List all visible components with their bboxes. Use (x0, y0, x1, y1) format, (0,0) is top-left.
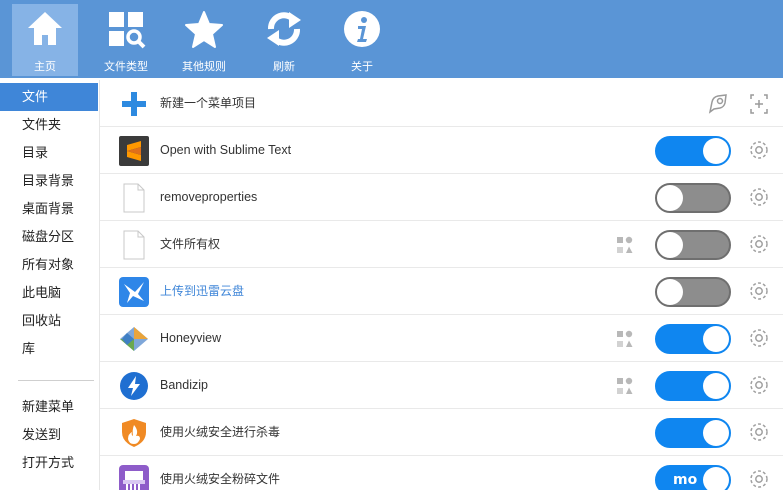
gear-icon[interactable] (748, 421, 770, 443)
menu-item-row[interactable]: Bandizip (100, 362, 783, 409)
menu-item-row[interactable]: removeproperties (100, 174, 783, 221)
gear-icon[interactable] (748, 139, 770, 161)
honeyview-icon (118, 323, 150, 355)
plus-icon (118, 88, 150, 120)
sidebar-item-library[interactable]: 库 (0, 335, 98, 363)
toggle-knob (703, 326, 729, 352)
sidebar-item-directory-background[interactable]: 目录背景 (0, 167, 98, 195)
enable-toggle[interactable] (655, 136, 731, 166)
sidebar-item-folder[interactable]: 文件夹 (0, 111, 98, 139)
toolbar-file-types-label: 文件类型 (104, 61, 148, 73)
home-icon (25, 4, 65, 54)
toggle-knob (657, 279, 683, 305)
enable-toggle[interactable] (655, 277, 731, 307)
menu-item-row[interactable]: 使用火绒安全进行杀毒 (100, 409, 783, 456)
gear-icon[interactable] (748, 280, 770, 302)
sidebar-item-directory[interactable]: 目录 (0, 139, 98, 167)
shapes-badge-icon (617, 330, 633, 347)
toolbar-home-label: 主页 (34, 61, 56, 73)
toggle-knob (703, 138, 729, 164)
sidebar: 文件 文件夹 目录 目录背景 桌面背景 磁盘分区 所有对象 此电脑 回收站 库 … (0, 80, 98, 490)
sidebar-item-open-with[interactable]: 打开方式 (0, 449, 98, 477)
toggle-knob (703, 467, 729, 490)
gear-icon[interactable] (748, 186, 770, 208)
toolbar-about-button[interactable]: 关于 (340, 4, 384, 76)
menu-item-label: Open with Sublime Text (160, 143, 292, 157)
file-types-icon (106, 4, 146, 54)
toggle-knob (703, 420, 729, 446)
toolbar-refresh-button[interactable]: 刷新 (262, 4, 306, 76)
menu-item-row[interactable]: 上传到迅雷云盘 (100, 268, 783, 315)
toggle-knob (657, 185, 683, 211)
sidebar-item-this-pc[interactable]: 此电脑 (0, 279, 98, 307)
blank-file-icon (118, 229, 150, 261)
toggle-knob (657, 232, 683, 258)
new-item-row[interactable]: 新建一个菜单项目 (100, 80, 783, 127)
menu-item-label: 使用火绒安全进行杀毒 (160, 425, 281, 439)
menu-item-label: Bandizip (160, 378, 208, 392)
toggle-overlay-text: mo (673, 472, 698, 488)
top-toolbar: 主页 文件类型 其他规则 刷新 关于 (0, 0, 783, 78)
gear-icon[interactable] (748, 233, 770, 255)
toolbar-other-rules-button[interactable]: 其他规则 (178, 4, 230, 76)
menu-item-row[interactable]: 文件所有权 (100, 221, 783, 268)
new-item-label: 新建一个菜单项目 (160, 96, 257, 110)
dictionary-icon[interactable] (706, 92, 730, 116)
toolbar-about-label: 关于 (351, 61, 373, 73)
sidebar-item-all-objects[interactable]: 所有对象 (0, 251, 98, 279)
bandizip-icon (118, 370, 150, 402)
toolbar-home-button[interactable]: 主页 (12, 4, 78, 76)
sidebar-item-file[interactable]: 文件 (0, 83, 98, 111)
shredder-icon (118, 464, 150, 490)
info-icon (342, 4, 382, 54)
menu-item-label: 上传到迅雷云盘 (160, 284, 245, 298)
sidebar-divider (18, 380, 94, 381)
toggle-knob (703, 373, 729, 399)
sidebar-item-disk-partition[interactable]: 磁盘分区 (0, 223, 98, 251)
enable-toggle[interactable] (655, 371, 731, 401)
refresh-icon (264, 4, 304, 54)
gear-icon[interactable] (748, 327, 770, 349)
enable-toggle[interactable] (655, 324, 731, 354)
thunder-cloud-icon (118, 276, 150, 308)
gear-icon[interactable] (748, 374, 770, 396)
shapes-badge-icon (617, 377, 633, 394)
enable-toggle[interactable] (655, 183, 731, 213)
menu-item-label: removeproperties (160, 190, 258, 204)
gear-icon[interactable] (748, 468, 770, 490)
blank-file-icon (118, 182, 150, 214)
add-item-icon[interactable] (747, 92, 771, 116)
toolbar-refresh-label: 刷新 (273, 61, 295, 73)
enable-toggle[interactable] (655, 230, 731, 260)
menu-item-label: Honeyview (160, 331, 222, 345)
menu-item-row[interactable]: 使用火绒安全粉碎文件 mo (100, 456, 783, 490)
menu-item-list: 新建一个菜单项目 Open with Sublime Text removepr… (100, 80, 783, 490)
toolbar-other-rules-label: 其他规则 (182, 61, 226, 73)
sidebar-item-desktop-background[interactable]: 桌面背景 (0, 195, 98, 223)
sidebar-item-new-menu[interactable]: 新建菜单 (0, 393, 98, 421)
menu-item-label: 文件所有权 (160, 237, 221, 251)
toolbar-file-types-button[interactable]: 文件类型 (98, 4, 154, 76)
huorong-icon (118, 417, 150, 449)
enable-toggle[interactable]: mo (655, 465, 731, 490)
menu-item-row[interactable]: Open with Sublime Text (100, 127, 783, 174)
sidebar-item-send-to[interactable]: 发送到 (0, 421, 98, 449)
sublime-text-icon (118, 135, 150, 167)
sidebar-item-recycle-bin[interactable]: 回收站 (0, 307, 98, 335)
star-icon (184, 4, 224, 54)
menu-item-row[interactable]: Honeyview (100, 315, 783, 362)
shapes-badge-icon (617, 236, 633, 253)
enable-toggle[interactable] (655, 418, 731, 448)
menu-item-label: 使用火绒安全粉碎文件 (160, 472, 281, 486)
